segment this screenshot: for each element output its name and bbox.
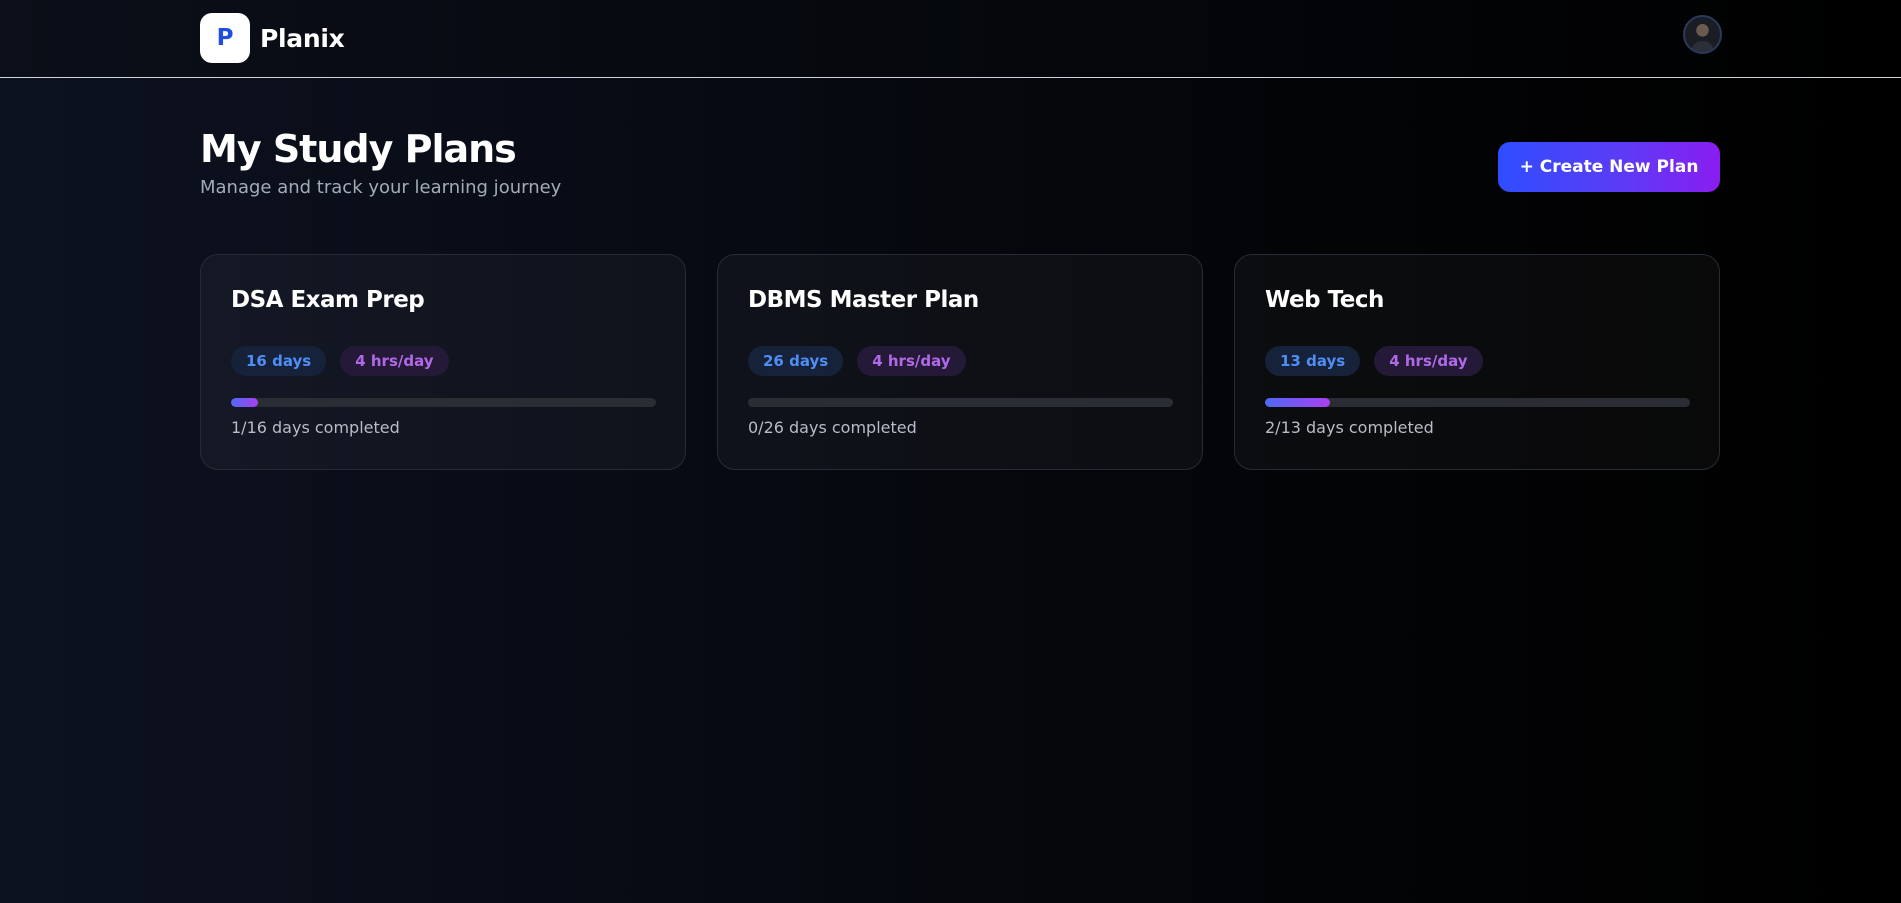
duration-badge: 16 days bbox=[231, 346, 327, 376]
progress-bar bbox=[1265, 398, 1690, 407]
progress-text: 1/16 days completed bbox=[231, 418, 400, 437]
plan-tags: 13 days 4 hrs/day bbox=[1265, 346, 1689, 376]
hours-per-day-badge: 4 hrs/day bbox=[857, 346, 966, 376]
plan-tags: 26 days 4 hrs/day bbox=[748, 346, 1172, 376]
progress-bar bbox=[231, 398, 656, 407]
plan-card[interactable]: DBMS Master Plan 26 days 4 hrs/day 0/26 … bbox=[717, 254, 1203, 470]
page-title: My Study Plans bbox=[200, 127, 517, 171]
avatar-figure-icon bbox=[1692, 41, 1713, 52]
logo-icon: P bbox=[200, 13, 250, 63]
plan-card[interactable]: Web Tech 13 days 4 hrs/day 2/13 days com… bbox=[1234, 254, 1720, 470]
page-header: My Study Plans Manage and track your lea… bbox=[200, 127, 561, 198]
user-avatar[interactable] bbox=[1683, 15, 1722, 54]
plan-cards-list: DSA Exam Prep 16 days 4 hrs/day 1/16 day… bbox=[200, 254, 1720, 470]
progress-bar-fill bbox=[231, 398, 258, 407]
duration-badge: 13 days bbox=[1265, 346, 1361, 376]
page-subtitle: Manage and track your learning journey bbox=[200, 177, 562, 198]
hours-per-day-badge: 4 hrs/day bbox=[1374, 346, 1483, 376]
plan-tags: 16 days 4 hrs/day bbox=[231, 346, 655, 376]
top-navbar: P Planix bbox=[0, 0, 1901, 78]
logo-letter: P bbox=[216, 25, 234, 51]
duration-badge: 26 days bbox=[748, 346, 844, 376]
plan-card-title: DBMS Master Plan bbox=[748, 287, 979, 313]
create-new-plan-button[interactable]: + Create New Plan bbox=[1498, 142, 1720, 192]
progress-text: 2/13 days completed bbox=[1265, 418, 1434, 437]
brand-logo-link[interactable]: P Planix bbox=[200, 13, 345, 63]
plan-card[interactable]: DSA Exam Prep 16 days 4 hrs/day 1/16 day… bbox=[200, 254, 686, 470]
progress-bar bbox=[748, 398, 1173, 407]
plan-card-title: DSA Exam Prep bbox=[231, 287, 425, 313]
progress-text: 0/26 days completed bbox=[748, 418, 917, 437]
hours-per-day-badge: 4 hrs/day bbox=[340, 346, 449, 376]
brand-name: Planix bbox=[260, 23, 345, 53]
plan-card-title: Web Tech bbox=[1265, 287, 1384, 313]
progress-bar-fill bbox=[1265, 398, 1331, 407]
